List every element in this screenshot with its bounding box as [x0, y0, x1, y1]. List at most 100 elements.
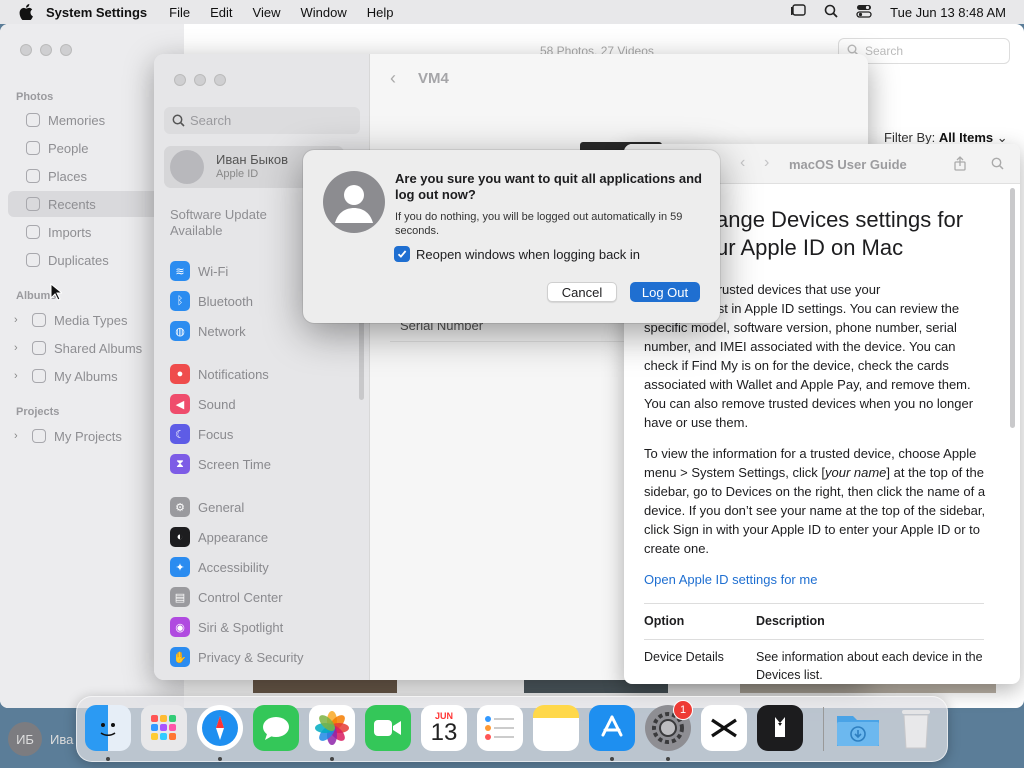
- notification-badge: 1: [673, 700, 693, 720]
- capcut-icon[interactable]: [701, 705, 747, 751]
- sidebar-item-appearance[interactable]: ◐ Appearance: [170, 527, 268, 547]
- reopen-windows-checkbox[interactable]: Reopen windows when logging back in: [394, 246, 640, 262]
- globe-icon: ◍: [170, 321, 190, 341]
- messages-icon[interactable]: [253, 705, 299, 751]
- dock: JUN 13 1: [76, 696, 948, 762]
- menu-view[interactable]: View: [253, 5, 281, 20]
- sidebar-item-siri-spotlight[interactable]: ◉ Siri & Spotlight: [170, 617, 283, 637]
- sidebar-item-wifi[interactable]: ≋ Wi-Fi: [170, 261, 228, 281]
- accessibility-icon: ✦: [170, 557, 190, 577]
- forward-chevron-icon[interactable]: ›: [764, 154, 769, 172]
- control-center-icon[interactable]: [856, 4, 872, 21]
- menu-help[interactable]: Help: [367, 5, 394, 20]
- sidebar-item-notifications[interactable]: ● Notifications: [170, 364, 269, 384]
- table-row: Device Details See information about eac…: [644, 640, 984, 685]
- photo-thumbnail[interactable]: [253, 679, 397, 693]
- sidebar-item-accessibility[interactable]: ✦ Accessibility: [170, 557, 269, 577]
- sidebar-item-screen-time[interactable]: ⧗ Screen Time: [170, 454, 271, 474]
- close-button[interactable]: [174, 74, 186, 86]
- sidebar-item-label: Control Center: [198, 589, 283, 605]
- chevron-right-icon[interactable]: ›: [14, 342, 24, 354]
- reminders-icon[interactable]: [477, 705, 523, 751]
- sidebar-item-privacy-security[interactable]: ✋ Privacy & Security: [170, 647, 303, 667]
- sidebar-item-recents[interactable]: Recents: [8, 191, 176, 217]
- menu-file[interactable]: File: [169, 5, 190, 20]
- back-chevron-icon[interactable]: ‹: [390, 68, 396, 89]
- filter-label: Filter By:: [884, 130, 936, 145]
- stage-manager-icon[interactable]: [790, 3, 806, 21]
- sidebar-item-label: Screen Time: [198, 456, 271, 472]
- facetime-icon[interactable]: [365, 705, 411, 751]
- sidebar-item-label: Accessibility: [198, 559, 269, 575]
- notes-icon[interactable]: [533, 705, 579, 751]
- menu-edit[interactable]: Edit: [210, 5, 232, 20]
- settings-search-input[interactable]: Search: [164, 107, 360, 134]
- user-avatar-icon: [323, 171, 385, 233]
- article-paragraph: To view the information for a trusted de…: [644, 444, 989, 558]
- chevron-right-icon[interactable]: ›: [14, 314, 24, 326]
- trash-icon[interactable]: [893, 705, 939, 751]
- sidebar-item-label: My Albums: [54, 368, 118, 384]
- system-settings-icon[interactable]: 1: [645, 700, 693, 751]
- sidebar-item-general[interactable]: ⚙ General: [170, 497, 244, 517]
- sidebar-item-focus[interactable]: ☾ Focus: [170, 424, 233, 444]
- photos-icon[interactable]: [309, 705, 355, 751]
- chevron-right-icon[interactable]: ›: [14, 430, 24, 442]
- finder-icon[interactable]: [85, 705, 131, 751]
- safari-icon[interactable]: [197, 705, 243, 751]
- section-projects: Projects: [16, 406, 60, 418]
- sidebar-item-network[interactable]: ◍ Network: [170, 321, 246, 341]
- sidebar-item-control-center[interactable]: ▤ Control Center: [170, 587, 283, 607]
- bell-icon: ●: [170, 364, 190, 384]
- speaker-icon: ◀: [170, 394, 190, 414]
- places-icon: [26, 169, 40, 183]
- running-indicator: [218, 757, 222, 761]
- share-icon[interactable]: [954, 156, 966, 174]
- log-out-button[interactable]: Log Out: [630, 282, 700, 302]
- chevron-right-icon[interactable]: ›: [14, 370, 24, 382]
- app-store-icon[interactable]: [589, 705, 635, 751]
- mouse-cursor-icon: [50, 282, 64, 304]
- menu-window[interactable]: Window: [300, 5, 346, 20]
- launchpad-icon[interactable]: [141, 705, 187, 751]
- folder-icon: [32, 313, 46, 327]
- duplicates-icon: [26, 253, 40, 267]
- appearance-icon: ◐: [170, 527, 190, 547]
- section-photos: Photos: [16, 91, 54, 103]
- close-button[interactable]: [20, 44, 32, 56]
- checkbox-checked-icon[interactable]: [394, 246, 410, 262]
- apple-menu-icon[interactable]: [18, 4, 34, 20]
- fast-user-switch[interactable]: ИБ Ива: [8, 722, 73, 756]
- avatar: ИБ: [8, 722, 42, 756]
- column-header: Description: [756, 603, 984, 640]
- calendar-icon[interactable]: JUN 13: [421, 705, 467, 751]
- sidebar-item-label: Duplicates: [48, 252, 109, 268]
- user-name: Ива: [50, 731, 74, 747]
- app-menu[interactable]: System Settings: [46, 5, 147, 20]
- menubar-clock[interactable]: Tue Jun 13 8:48 AM: [890, 5, 1006, 20]
- gear-icon: ⚙: [170, 497, 190, 517]
- hourglass-icon: ⧗: [170, 454, 190, 474]
- sidebar-item-label: My Projects: [54, 428, 122, 444]
- software-update-item[interactable]: Software Update Available: [170, 207, 300, 239]
- spotlight-icon[interactable]: [824, 4, 838, 21]
- zoom-button[interactable]: [214, 74, 226, 86]
- sidebar-item-label: Places: [48, 168, 88, 184]
- minimize-button[interactable]: [40, 44, 52, 56]
- table-cell: Device Details: [644, 650, 724, 664]
- search-icon[interactable]: [991, 157, 1004, 173]
- downloads-folder-icon[interactable]: [835, 705, 881, 751]
- back-chevron-icon[interactable]: ‹: [740, 154, 745, 172]
- avatar: [170, 150, 204, 184]
- open-apple-id-settings-link[interactable]: Open Apple ID settings for me: [644, 570, 989, 589]
- folder-icon: [32, 369, 46, 383]
- cancel-button[interactable]: Cancel: [547, 282, 617, 302]
- minimize-button[interactable]: [194, 74, 206, 86]
- sidebar-item-bluetooth[interactable]: ᛒ Bluetooth: [170, 291, 253, 311]
- sidebar-item-sound[interactable]: ◀ Sound: [170, 394, 236, 414]
- help-scrollbar[interactable]: [1010, 188, 1015, 428]
- zoom-button[interactable]: [60, 44, 72, 56]
- account-name: Иван Быков: [216, 152, 288, 167]
- bartender-icon[interactable]: [757, 705, 803, 751]
- sidebar-item-label: Privacy & Security: [198, 649, 304, 665]
